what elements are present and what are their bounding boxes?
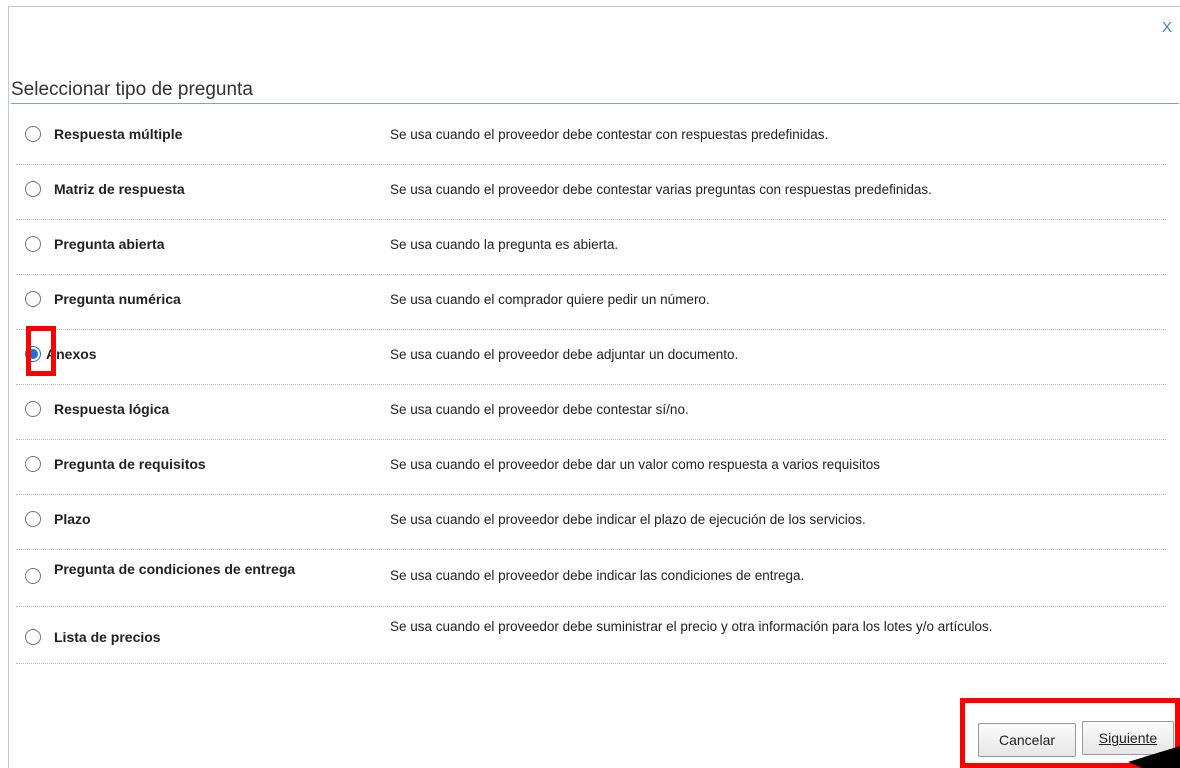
question-type-row-pregunta-numerica[interactable]: Pregunta numérica Se usa cuando el compr… bbox=[16, 275, 1166, 330]
radio-pregunta-numerica[interactable] bbox=[25, 291, 41, 307]
question-type-row-condiciones-de-entrega[interactable]: Pregunta de condiciones de entrega Se us… bbox=[16, 550, 1166, 607]
radio-lista-de-precios[interactable] bbox=[25, 629, 41, 645]
question-type-description: Se usa cuando la pregunta es abierta. bbox=[390, 237, 619, 252]
question-type-list: Respuesta múltiple Se usa cuando el prov… bbox=[16, 110, 1166, 664]
question-type-description: Se usa cuando el comprador quiere pedir … bbox=[390, 292, 710, 307]
question-type-description: Se usa cuando el proveedor debe contesta… bbox=[390, 127, 829, 142]
question-type-description: Se usa cuando el proveedor debe contesta… bbox=[390, 402, 689, 417]
question-type-label: Plazo bbox=[54, 511, 91, 527]
question-type-row-pregunta-de-requisitos[interactable]: Pregunta de requisitos Se usa cuando el … bbox=[16, 440, 1166, 495]
question-type-label: Pregunta abierta bbox=[54, 236, 165, 252]
question-type-description: Se usa cuando el proveedor debe suminist… bbox=[390, 619, 993, 634]
question-type-row-plazo[interactable]: Plazo Se usa cuando el proveedor debe in… bbox=[16, 495, 1166, 550]
dialog-title: Seleccionar tipo de pregunta bbox=[11, 79, 1179, 104]
question-type-label: Pregunta de condiciones de entrega bbox=[54, 561, 296, 577]
question-type-row-matriz-de-respuesta[interactable]: Matriz de respuesta Se usa cuando el pro… bbox=[16, 165, 1166, 220]
highlight-box-anexos bbox=[26, 326, 56, 376]
question-type-label: Respuesta múltiple bbox=[54, 126, 183, 142]
radio-plazo[interactable] bbox=[25, 511, 41, 527]
question-type-description: Se usa cuando el proveedor debe indicar … bbox=[390, 568, 805, 583]
question-type-description: Se usa cuando el proveedor debe adjuntar… bbox=[390, 347, 739, 362]
question-type-label: Pregunta numérica bbox=[54, 291, 181, 307]
radio-pregunta-abierta[interactable] bbox=[25, 236, 41, 252]
radio-respuesta-multiple[interactable] bbox=[25, 126, 41, 142]
close-button[interactable]: X bbox=[1162, 19, 1172, 36]
pointer-arrow-icon bbox=[1128, 746, 1180, 768]
question-type-row-pregunta-abierta[interactable]: Pregunta abierta Se usa cuando la pregun… bbox=[16, 220, 1166, 275]
question-type-description: Se usa cuando el proveedor debe dar un v… bbox=[390, 457, 881, 472]
question-type-row-anexos[interactable]: Anexos Se usa cuando el proveedor debe a… bbox=[16, 330, 1166, 385]
question-type-label: Pregunta de requisitos bbox=[54, 456, 206, 472]
question-type-label: Anexos bbox=[46, 346, 97, 362]
question-type-row-respuesta-logica[interactable]: Respuesta lógica Se usa cuando el provee… bbox=[16, 385, 1166, 440]
question-type-row-lista-de-precios[interactable]: Lista de precios Se usa cuando el provee… bbox=[16, 607, 1166, 664]
radio-matriz-de-respuesta[interactable] bbox=[25, 181, 41, 197]
radio-respuesta-logica[interactable] bbox=[25, 401, 41, 417]
radio-pregunta-de-requisitos[interactable] bbox=[25, 456, 41, 472]
question-type-description: Se usa cuando el proveedor debe contesta… bbox=[390, 182, 932, 197]
question-type-description: Se usa cuando el proveedor debe indicar … bbox=[390, 512, 866, 527]
question-type-label: Respuesta lógica bbox=[54, 401, 170, 417]
question-type-label: Lista de precios bbox=[54, 629, 161, 645]
question-type-row-respuesta-multiple[interactable]: Respuesta múltiple Se usa cuando el prov… bbox=[16, 110, 1166, 165]
radio-condiciones-de-entrega[interactable] bbox=[25, 568, 41, 584]
question-type-label: Matriz de respuesta bbox=[54, 181, 185, 197]
